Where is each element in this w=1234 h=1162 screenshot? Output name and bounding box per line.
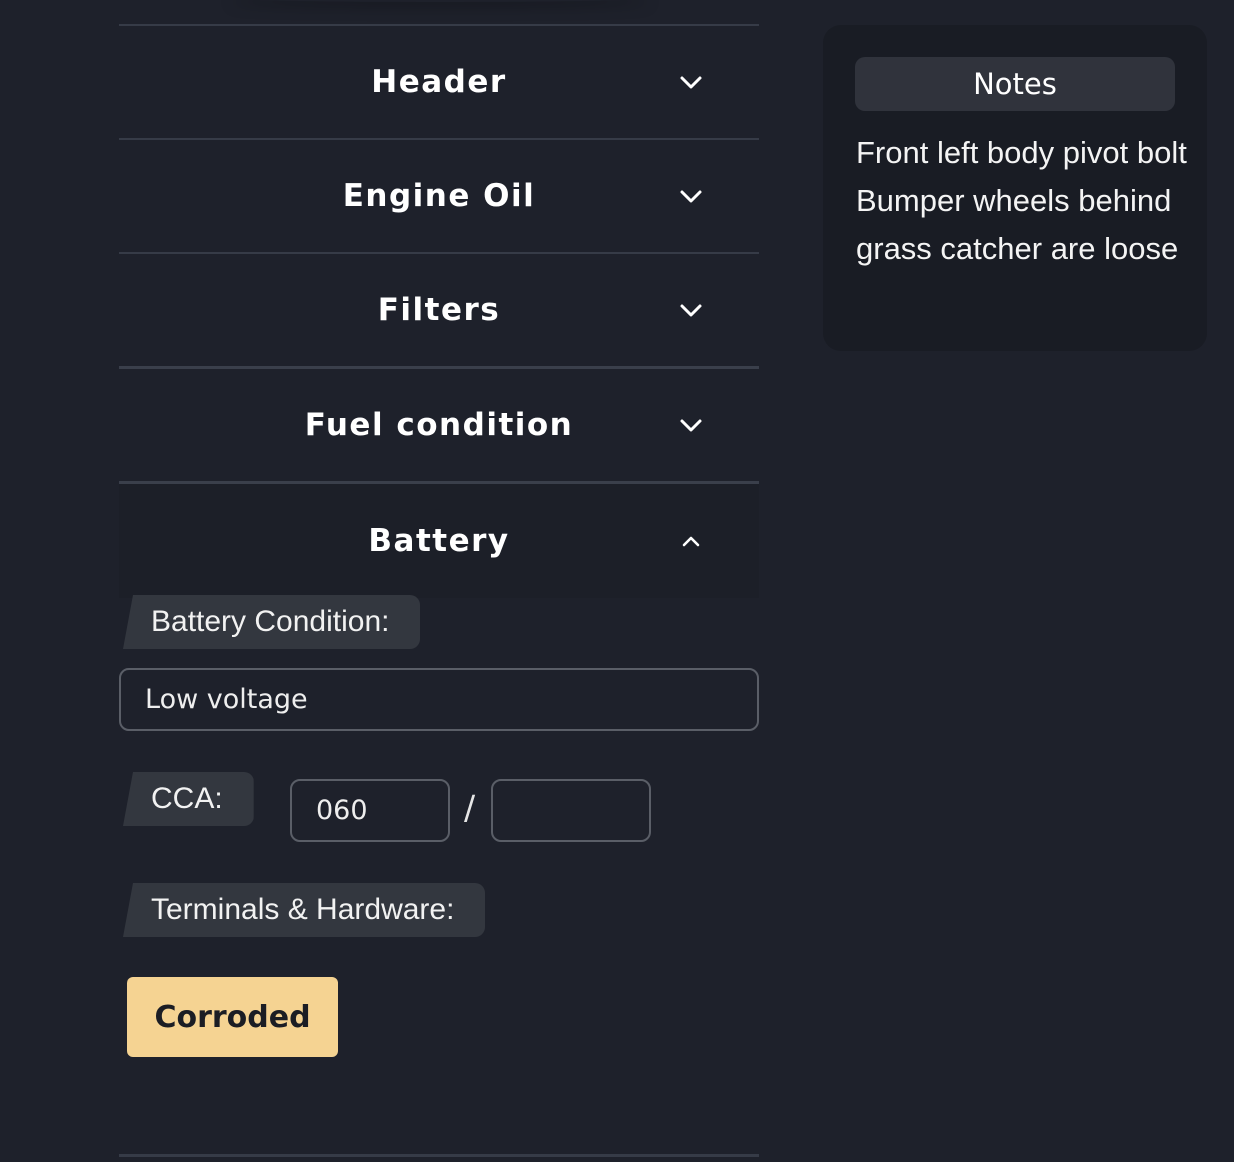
chevron-up-icon [682,536,700,547]
battery-condition-input[interactable] [119,668,759,731]
notes-card: Notes Front left body pivot bolt Bumper … [823,25,1207,351]
section-fuel-condition: Fuel condition [119,366,759,481]
battery-condition-label: Battery Condition: [123,595,421,649]
section-filters-toggle[interactable]: Filters [119,254,759,366]
chevron-down-icon [680,419,702,432]
section-filters: Filters [119,252,759,366]
terminals-hardware-label: Terminals & Hardware: [123,883,486,937]
chevron-down-icon [680,190,702,203]
section-title: Header [371,64,507,100]
section-title: Engine Oil [342,178,536,214]
section-title: Battery [368,523,510,559]
chevron-down-icon [680,76,702,89]
section-title: Fuel condition [304,407,574,443]
cca-label: CCA: [123,772,254,826]
cca-separator: / [464,788,476,827]
page: Header Engine Oil Filters Fuel condition… [0,0,1234,1162]
top-shadow [230,0,650,2]
chevron-down-icon [680,304,702,317]
section-engine-oil: Engine Oil [119,138,759,252]
battery-panel: Battery Condition: CCA: / Terminals & Ha… [119,595,759,1158]
section-fuel-condition-toggle[interactable]: Fuel condition [119,369,759,481]
section-engine-oil-toggle[interactable]: Engine Oil [119,140,759,252]
section-battery-toggle[interactable]: Battery [119,484,759,598]
corroded-button[interactable]: Corroded [127,977,338,1057]
section-divider [119,1154,759,1157]
notes-title: Notes [855,57,1175,111]
cca-measured-input[interactable] [290,779,450,842]
inspection-accordion: Header Engine Oil Filters Fuel condition… [119,24,759,1158]
cca-rated-input[interactable] [491,779,651,842]
notes-text: Front left body pivot bolt Bumper wheels… [856,135,1187,266]
section-title: Filters [377,292,501,328]
section-battery: Battery Battery Condition: CCA: / Termin… [119,481,759,1158]
section-header-toggle[interactable]: Header [119,26,759,138]
section-header: Header [119,24,759,138]
